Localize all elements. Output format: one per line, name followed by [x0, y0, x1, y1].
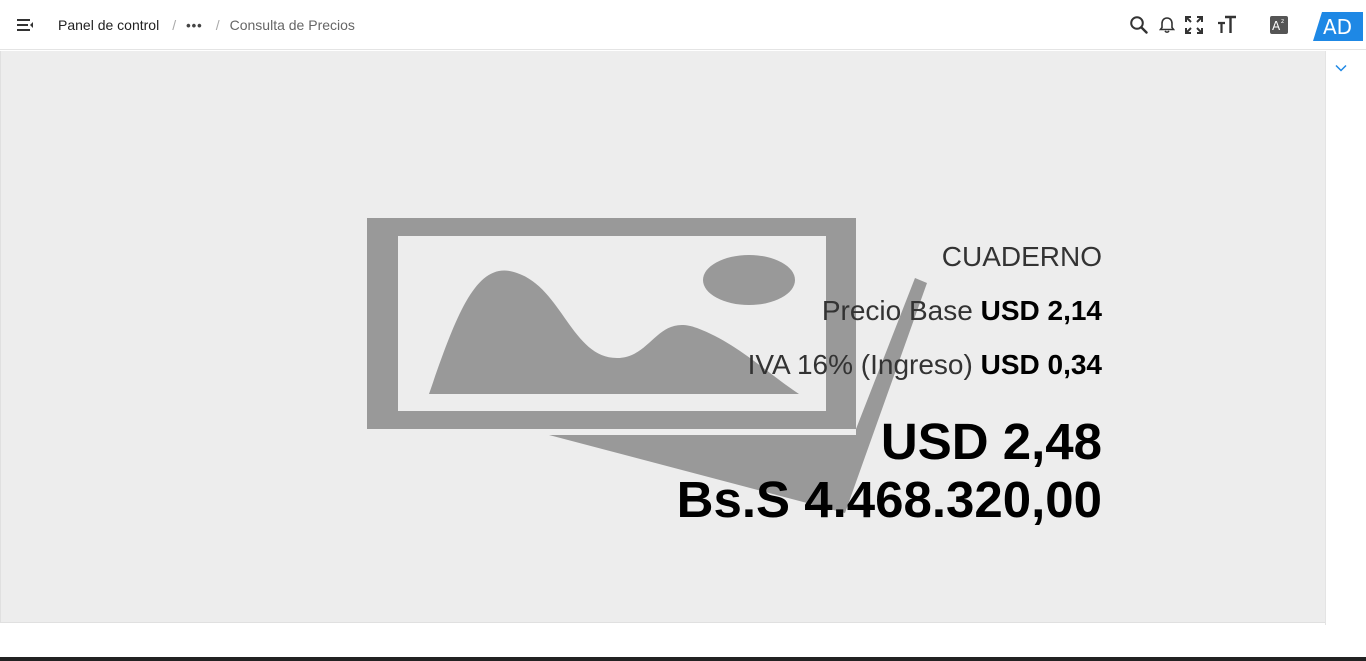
bell-icon[interactable] [1155, 13, 1179, 37]
user-initials: AD [1323, 15, 1353, 39]
user-avatar[interactable]: AD [1313, 12, 1363, 41]
breadcrumb-current: Consulta de Precios [229, 17, 355, 33]
breadcrumb-separator: / [172, 17, 177, 33]
price-display-area: CUADERNO Precio Base USD 2,14 IVA 16% (I… [0, 51, 1325, 623]
svg-text:A: A [1272, 19, 1281, 33]
product-info: CUADERNO Precio Base USD 2,14 IVA 16% (I… [677, 239, 1102, 529]
base-price-label: Precio Base [821, 295, 973, 326]
svg-text:z: z [1281, 18, 1284, 25]
total-bs: Bs.S 4.468.320,00 [676, 471, 1102, 528]
breadcrumb: Panel de control / ••• / Consulta de Pre… [58, 0, 355, 50]
menu-collapse-icon[interactable] [14, 14, 36, 36]
tax-value: USD 0,34 [980, 349, 1102, 380]
product-name: CUADERNO [941, 241, 1102, 272]
side-panel [1325, 51, 1366, 625]
translate-icon[interactable]: A z [1267, 13, 1291, 37]
search-icon[interactable] [1127, 13, 1151, 37]
tax-label: IVA 16% (Ingreso) [747, 349, 973, 380]
total-usd: USD 2,48 [880, 413, 1102, 470]
chevron-down-icon[interactable] [1334, 61, 1348, 75]
fullscreen-icon[interactable] [1182, 13, 1206, 37]
breadcrumb-separator: / [215, 17, 220, 33]
base-price-value: USD 2,14 [980, 295, 1102, 326]
text-size-icon[interactable] [1215, 13, 1239, 37]
top-bar: Panel de control / ••• / Consulta de Pre… [0, 0, 1366, 50]
tax-line: IVA 16% (Ingreso) USD 0,34 [677, 347, 1102, 383]
breadcrumb-home-link[interactable]: Panel de control [58, 17, 159, 33]
footer-divider [0, 657, 1366, 661]
breadcrumb-more-button[interactable]: ••• [186, 18, 203, 33]
base-price-line: Precio Base USD 2,14 [677, 293, 1102, 329]
